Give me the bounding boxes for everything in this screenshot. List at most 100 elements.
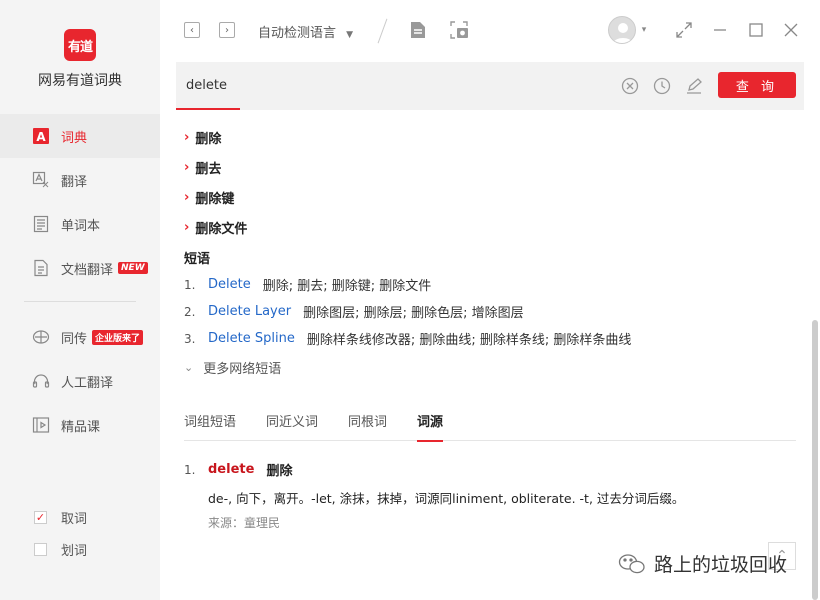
definition-text: 删去 xyxy=(195,162,222,177)
chevron-right-icon: › xyxy=(184,130,190,145)
phrase-row: 2. Delete Layer 删除图层; 删除层; 删除色层; 增除图层 xyxy=(184,302,524,321)
language-label: 自动检测语言 xyxy=(258,26,337,41)
human-translate-icon xyxy=(32,372,50,390)
account-chevron-icon[interactable]: ▾ xyxy=(638,24,650,36)
document-translate-icon xyxy=(32,259,50,277)
definition-text: 删除键 xyxy=(195,192,235,207)
etymology-entry: 1. delete 删除 de-, 向下，离开。-let, 涂抹，抹掉，词源同l… xyxy=(184,460,684,530)
watermark-text: 路上的垃圾回收 xyxy=(654,554,788,576)
etymology-source: 来源：童理民 xyxy=(208,516,281,530)
toolbar-separator xyxy=(377,18,388,44)
phrase-meaning: 删除图层; 删除层; 删除色层; 增除图层 xyxy=(303,306,524,321)
definition-item[interactable]: › 删去 xyxy=(184,158,221,177)
mini-mode-icon[interactable] xyxy=(675,21,693,39)
phrase-term-link[interactable]: Delete xyxy=(208,277,251,292)
chevron-down-icon: ⌄ xyxy=(184,361,194,374)
chevron-right-icon: › xyxy=(184,190,190,205)
detail-tabs: 词组短语 同近义词 同根词 词源 xyxy=(184,411,796,442)
query-button[interactable]: 查 询 xyxy=(718,72,796,98)
sidebar-item-document-translate[interactable]: 文档翻译 NEW xyxy=(0,246,160,290)
pick-word-toggle[interactable]: ✓ 取词 xyxy=(34,508,87,527)
document-icon[interactable] xyxy=(409,20,427,40)
phrase-term-link[interactable]: Delete Spline xyxy=(208,331,295,346)
definition-text: 删除文件 xyxy=(195,222,248,237)
definition-item[interactable]: › 删除 xyxy=(184,128,221,147)
sidebar-item-course[interactable]: 精品课 xyxy=(0,403,160,447)
maximize-icon[interactable] xyxy=(747,21,765,39)
back-button[interactable]: ‹ xyxy=(184,22,200,38)
search-input[interactable] xyxy=(186,78,486,93)
top-bar: ‹ › 自动检测语言 ▼ ▾ xyxy=(160,0,820,60)
new-badge: NEW xyxy=(118,262,148,274)
sidebar-item-simultaneous[interactable]: 同传 企业版来了 xyxy=(0,315,160,359)
sidebar-item-label: 单词本 xyxy=(61,218,101,234)
phrase-row: 1. Delete 删除; 删去; 删除键; 删除文件 xyxy=(184,275,431,294)
sidebar-item-label: 精品课 xyxy=(61,419,101,435)
phrase-term-link[interactable]: Delete Layer xyxy=(208,304,291,319)
phrase-number: 1. xyxy=(184,277,196,292)
minimize-icon[interactable] xyxy=(711,21,729,39)
close-icon[interactable] xyxy=(782,21,800,39)
definition-item[interactable]: › 删除文件 xyxy=(184,218,247,237)
language-select[interactable]: 自动检测语言 ▼ xyxy=(258,22,353,41)
app-window: 有道 网易有道词典 A 词典 翻译 单词本 文档翻译 NEW 同传 企业版来了 … xyxy=(0,0,820,600)
definition-text: 删除 xyxy=(195,132,222,147)
sidebar-divider xyxy=(24,301,136,302)
enterprise-badge: 企业版来了 xyxy=(92,329,144,345)
search-underline xyxy=(176,108,240,110)
chevron-down-icon: ▼ xyxy=(346,30,354,40)
svg-text:A: A xyxy=(36,130,46,144)
sidebar-item-dictionary[interactable]: A 词典 xyxy=(0,114,160,158)
select-word-checkbox[interactable] xyxy=(34,543,47,556)
tab-cognates[interactable]: 同根词 xyxy=(348,411,387,441)
more-phrases-label: 更多网络短语 xyxy=(203,362,282,377)
history-icon[interactable] xyxy=(652,76,672,96)
simultaneous-icon xyxy=(32,328,50,346)
wordbook-icon xyxy=(32,215,50,233)
tab-etymology[interactable]: 词源 xyxy=(417,411,444,442)
handwrite-icon[interactable] xyxy=(684,76,704,96)
etymology-text: de-, 向下，离开。-let, 涂抹，抹掉，词源同liniment, obli… xyxy=(208,491,685,506)
phrase-meaning: 删除样条线修改器; 删除曲线; 删除样条线; 删除样条曲线 xyxy=(306,333,632,348)
screenshot-translate-icon[interactable] xyxy=(448,19,470,41)
tab-phrase-groups[interactable]: 词组短语 xyxy=(184,411,236,441)
phrase-meaning: 删除; 删去; 删除键; 删除文件 xyxy=(262,279,432,294)
search-bar: 查 询 xyxy=(176,62,804,110)
forward-button[interactable]: › xyxy=(219,22,235,38)
tab-synonyms[interactable]: 同近义词 xyxy=(266,411,318,441)
translate-icon xyxy=(32,171,50,189)
avatar[interactable] xyxy=(608,16,636,44)
dictionary-icon: A xyxy=(32,127,50,145)
etymology-word: delete xyxy=(208,462,255,477)
app-name: 网易有道词典 xyxy=(38,73,122,89)
pick-word-label: 取词 xyxy=(61,512,88,527)
watermark: 路上的垃圾回收 xyxy=(618,550,787,577)
select-word-toggle[interactable]: 划词 xyxy=(34,540,87,559)
sidebar-item-wordbook[interactable]: 单词本 xyxy=(0,202,160,246)
sidebar-item-label: 词典 xyxy=(61,130,88,146)
sidebar-item-label: 文档翻译 xyxy=(61,262,114,278)
sidebar-item-translate[interactable]: 翻译 xyxy=(0,158,160,202)
select-word-label: 划词 xyxy=(61,544,88,559)
phrase-number: 2. xyxy=(184,304,196,319)
wechat-icon xyxy=(618,553,645,573)
phrase-row: 3. Delete Spline 删除样条线修改器; 删除曲线; 删除样条线; … xyxy=(184,329,631,348)
definition-item[interactable]: › 删除键 xyxy=(184,188,234,207)
pick-word-checkbox[interactable]: ✓ xyxy=(34,511,47,524)
sidebar-item-human-translate[interactable]: 人工翻译 xyxy=(0,359,160,403)
clear-icon[interactable] xyxy=(620,76,640,96)
chevron-right-icon: › xyxy=(184,160,190,175)
course-icon xyxy=(32,416,50,434)
phrase-number: 3. xyxy=(184,331,196,346)
sidebar-item-label: 同传 xyxy=(61,331,88,347)
etymology-number: 1. xyxy=(184,462,196,477)
more-phrases-link[interactable]: ⌄ 更多网络短语 xyxy=(184,358,281,377)
etymology-meaning: 删除 xyxy=(266,464,293,479)
sidebar: 有道 网易有道词典 A 词典 翻译 单词本 文档翻译 NEW 同传 企业版来了 … xyxy=(0,0,160,600)
scrollbar[interactable] xyxy=(812,320,818,600)
sidebar-item-label: 翻译 xyxy=(61,174,88,190)
chevron-right-icon: › xyxy=(184,220,190,235)
sidebar-item-label: 人工翻译 xyxy=(61,375,114,391)
phrases-title: 短语 xyxy=(184,252,211,267)
app-logo: 有道 xyxy=(64,29,96,61)
